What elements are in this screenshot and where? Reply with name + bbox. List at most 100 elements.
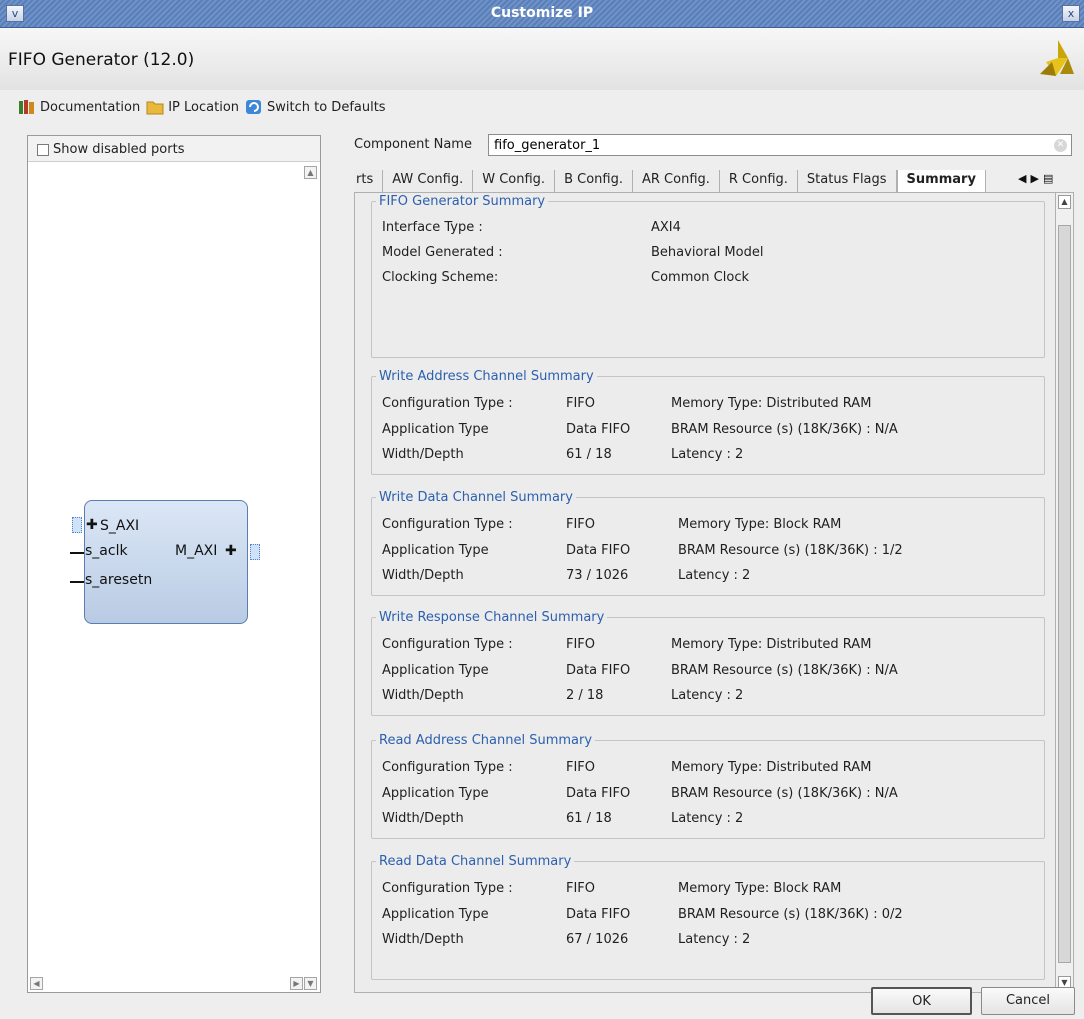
symbol-pane-header: Show disabled ports [28, 136, 320, 162]
tab-w-config[interactable]: W Config. [473, 170, 556, 192]
summary-panel: FIFO Generator Summary Interface Type : … [354, 192, 1056, 993]
application-type-label: Application Type [382, 663, 489, 678]
group-title: FIFO Generator Summary [379, 194, 546, 209]
component-name-label: Component Name [354, 137, 472, 152]
checkbox-box[interactable] [37, 143, 49, 156]
plus-icon[interactable]: ✚ [86, 517, 98, 533]
application-type-label: Application Type [382, 543, 489, 558]
memory-type: Memory Type: Block RAM [678, 517, 842, 532]
group-title: Read Address Channel Summary [379, 733, 593, 748]
tab-status-flags[interactable]: Status Flags [797, 170, 897, 192]
tab-ports[interactable]: rts [354, 170, 384, 192]
configuration-type-label: Configuration Type : [382, 637, 513, 652]
memory-type: Memory Type: Block RAM [678, 881, 842, 896]
group-title: Read Data Channel Summary [379, 854, 572, 869]
scroll-right-button[interactable]: ▶ [290, 977, 303, 990]
clocking-scheme-value: Common Clock [651, 270, 750, 285]
latency: Latency : 2 [678, 568, 751, 583]
bram-resource: BRAM Resource (s) (18K/36K) : 0/2 [678, 907, 903, 922]
switch-defaults-label: Switch to Defaults [267, 99, 386, 115]
scroll-up-button[interactable]: ▲ [304, 166, 317, 179]
show-disabled-ports-checkbox[interactable]: Show disabled ports [37, 142, 184, 157]
tab-b-config[interactable]: B Config. [555, 170, 633, 192]
scroll-left-button[interactable]: ◀ [30, 977, 43, 990]
configuration-type-label: Configuration Type : [382, 760, 513, 775]
config-tabs: rts AW Config. W Config. B Config. AR Co… [354, 170, 986, 192]
port-s-aclk: s_aclk [85, 543, 128, 559]
application-type-label: Application Type [382, 786, 489, 801]
port-s-aresetn: s_aresetn [85, 572, 153, 588]
group-title: Write Response Channel Summary [379, 610, 605, 625]
configuration-type-label: Configuration Type : [382, 396, 513, 411]
tab-navigation: ◀▶▤ [1018, 172, 1057, 185]
tab-aw-config[interactable]: AW Config. [383, 170, 474, 192]
ip-name: FIFO Generator (12.0) [8, 50, 195, 70]
window-title: Customize IP [490, 5, 594, 21]
application-type-value: Data FIFO [566, 786, 631, 801]
vendor-logo-icon [1040, 40, 1074, 76]
width-depth-label: Width/Depth [382, 811, 464, 826]
model-generated-value: Behavioral Model [651, 245, 764, 260]
tab-ar-config[interactable]: AR Config. [632, 170, 720, 192]
width-depth-value: 73 / 1026 [566, 568, 629, 583]
ip-header: FIFO Generator (12.0) [0, 28, 1084, 90]
configuration-type-value: FIFO [566, 517, 596, 532]
interface-type-label: Interface Type : [382, 220, 483, 235]
plus-icon[interactable]: ✚ [225, 543, 237, 559]
width-depth-value: 61 / 18 [566, 447, 612, 462]
ok-button[interactable]: OK [871, 987, 972, 1015]
tab-summary[interactable]: Summary [896, 170, 986, 192]
switch-defaults-link[interactable]: Switch to Defaults [245, 99, 386, 115]
memory-type: Memory Type: Distributed RAM [671, 760, 872, 775]
tab-prev-icon[interactable]: ◀ [1018, 172, 1030, 185]
refresh-icon [246, 100, 262, 114]
tab-r-config[interactable]: R Config. [719, 170, 798, 192]
component-name-input[interactable] [488, 134, 1072, 156]
latency: Latency : 2 [671, 688, 744, 703]
s-axi-bus-handle[interactable] [72, 517, 82, 533]
application-type-value: Data FIFO [566, 663, 631, 678]
configuration-type-value: FIFO [566, 760, 596, 775]
scroll-up-button[interactable]: ▲ [1058, 195, 1071, 209]
bram-resource: BRAM Resource (s) (18K/36K) : N/A [671, 786, 898, 801]
close-button[interactable]: x [1062, 5, 1080, 22]
configuration-type-value: FIFO [566, 881, 596, 896]
scroll-down-button[interactable]: ▼ [304, 977, 317, 990]
window-title-bar[interactable]: v Customize IP x [0, 0, 1084, 28]
configuration-type-value: FIFO [566, 396, 596, 411]
ip-location-link[interactable]: IP Location [146, 99, 239, 115]
width-depth-label: Width/Depth [382, 688, 464, 703]
bram-resource: BRAM Resource (s) (18K/36K) : 1/2 [678, 543, 903, 558]
configuration-type-label: Configuration Type : [382, 517, 513, 532]
configuration-type-label: Configuration Type : [382, 881, 513, 896]
width-depth-label: Width/Depth [382, 568, 464, 583]
clocking-scheme-label: Clocking Scheme: [382, 270, 499, 285]
ip-location-label: IP Location [168, 99, 240, 115]
bram-resource: BRAM Resource (s) (18K/36K) : N/A [671, 663, 898, 678]
port-m-axi: M_AXI [175, 543, 218, 559]
tab-next-icon[interactable]: ▶ [1030, 172, 1042, 185]
summary-scrollbar[interactable]: ▲ ▼ [1055, 192, 1074, 993]
application-type-label: Application Type [382, 422, 489, 437]
pin-s-aclk [70, 552, 84, 554]
width-depth-value: 2 / 18 [566, 688, 604, 703]
application-type-label: Application Type [382, 907, 489, 922]
latency: Latency : 2 [671, 447, 744, 462]
application-type-value: Data FIFO [566, 907, 631, 922]
documentation-link[interactable]: Documentation [18, 99, 140, 115]
scrollbar-thumb[interactable] [1058, 225, 1071, 963]
cancel-button[interactable]: Cancel [981, 987, 1075, 1015]
folder-icon [146, 101, 164, 115]
port-s-axi: S_AXI [100, 518, 140, 534]
tab-list-icon[interactable]: ▤ [1043, 172, 1057, 185]
show-disabled-ports-label: Show disabled ports [53, 142, 185, 157]
bram-resource: BRAM Resource (s) (18K/36K) : N/A [671, 422, 898, 437]
m-axi-bus-handle[interactable] [250, 544, 260, 560]
books-icon [19, 100, 34, 114]
group-title: Write Address Channel Summary [379, 369, 594, 384]
latency: Latency : 2 [671, 811, 744, 826]
pin-s-aresetn [70, 581, 84, 583]
clear-input-icon[interactable]: ✕ [1054, 139, 1067, 152]
width-depth-label: Width/Depth [382, 447, 464, 462]
width-depth-label: Width/Depth [382, 932, 464, 947]
